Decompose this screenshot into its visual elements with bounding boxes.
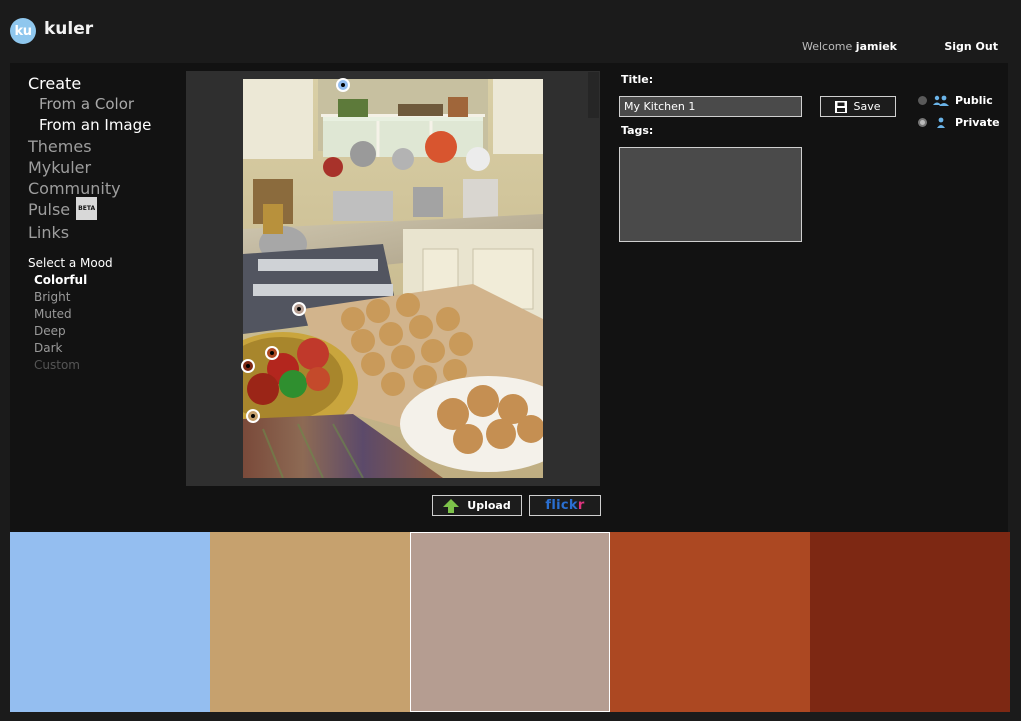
mood-bright[interactable]: Bright <box>34 289 178 306</box>
nav-pulse-label: Pulse <box>28 200 71 219</box>
upload-arrow-icon <box>443 498 460 513</box>
swatch-4[interactable] <box>610 532 810 712</box>
nav-mykuler[interactable]: Mykuler <box>28 157 178 178</box>
kitchen-photo-illustration <box>243 79 543 478</box>
color-picker-1[interactable] <box>336 78 350 92</box>
mood-dark[interactable]: Dark <box>34 340 178 357</box>
nav-create[interactable]: Create <box>28 73 178 94</box>
welcome-message: Welcome jamiek <box>802 40 897 53</box>
title-input[interactable] <box>619 96 802 117</box>
swatch-1[interactable] <box>10 532 210 712</box>
sign-out-link[interactable]: Sign Out <box>944 40 998 53</box>
kuler-logo-badge[interactable]: ku <box>10 18 36 44</box>
color-picker-3[interactable] <box>292 302 306 316</box>
main-nav: Create From a Color From an Image Themes… <box>28 73 178 243</box>
nav-from-an-image[interactable]: From an Image <box>39 115 178 136</box>
source-photo <box>243 79 543 478</box>
nav-from-a-color[interactable]: From a Color <box>39 94 178 115</box>
private-person-icon <box>937 117 945 128</box>
public-radio[interactable] <box>918 96 927 105</box>
flickr-label-main: flick <box>545 498 578 513</box>
private-radio[interactable] <box>918 118 927 127</box>
color-picker-5[interactable] <box>241 359 255 373</box>
username: jamiek <box>855 40 897 53</box>
flickr-label-r: r <box>577 498 585 513</box>
upload-label: Upload <box>467 499 511 512</box>
tags-input[interactable] <box>619 147 802 242</box>
swatch-2[interactable] <box>210 532 410 712</box>
beta-badge: BETA <box>76 197 98 220</box>
visibility-public-option[interactable]: Public <box>918 94 993 107</box>
upload-button[interactable]: Upload <box>432 495 522 516</box>
nav-themes[interactable]: Themes <box>28 136 178 157</box>
color-picker-2[interactable] <box>246 409 260 423</box>
title-label: Title: <box>621 73 654 86</box>
public-label: Public <box>955 94 993 107</box>
welcome-prefix: Welcome <box>801 40 856 53</box>
mood-deep[interactable]: Deep <box>34 323 178 340</box>
visibility-private-option[interactable]: Private <box>918 116 1000 129</box>
mood-selector: Select a Mood Colorful Bright Muted Deep… <box>28 254 178 374</box>
swatch-3[interactable] <box>410 532 610 712</box>
nav-community[interactable]: Community <box>28 178 178 199</box>
image-scrollbar[interactable] <box>588 72 599 118</box>
save-label: Save <box>853 100 881 113</box>
mood-colorful[interactable]: Colorful <box>34 272 178 289</box>
mood-custom: Custom <box>34 358 80 372</box>
private-label: Private <box>955 116 1000 129</box>
flickr-button[interactable]: flick r <box>529 495 601 516</box>
save-disk-icon <box>835 100 848 113</box>
kuler-logo-text[interactable]: kuler <box>44 19 93 39</box>
mood-muted[interactable]: Muted <box>34 306 178 323</box>
nav-pulse[interactable]: Pulse BETA <box>28 197 178 222</box>
color-swatches <box>10 532 1010 712</box>
mood-title: Select a Mood <box>28 256 113 270</box>
nav-links[interactable]: Links <box>28 222 178 243</box>
color-picker-4[interactable] <box>265 346 279 360</box>
swatch-5[interactable] <box>810 532 1010 712</box>
save-button[interactable]: Save <box>820 96 896 117</box>
tags-label: Tags: <box>621 124 654 137</box>
public-group-icon <box>933 95 949 106</box>
